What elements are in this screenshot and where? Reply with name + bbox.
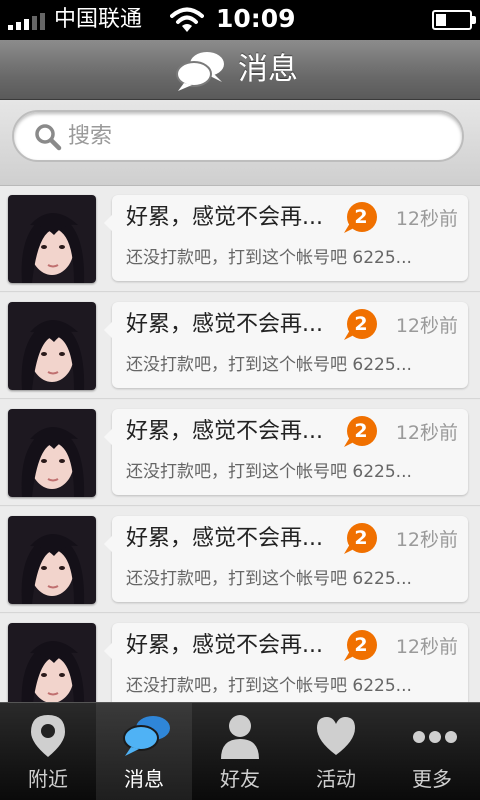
message-preview: 还没打款吧，打到这个帐号吧 6225... <box>126 676 412 696</box>
unread-badge: 2 <box>344 201 378 235</box>
tab-label: 更多 <box>412 767 452 791</box>
unread-count: 2 <box>354 313 368 335</box>
unread-count: 2 <box>354 634 368 656</box>
wifi-icon <box>170 7 204 32</box>
avatar[interactable] <box>8 302 96 390</box>
message-title: 好累，感觉不会再... <box>126 419 323 444</box>
battery-icon <box>432 10 476 30</box>
unread-count: 2 <box>354 420 368 442</box>
search-input[interactable] <box>68 118 448 154</box>
message-preview: 还没打款吧，打到这个帐号吧 6225... <box>126 248 412 268</box>
search-icon <box>35 124 62 151</box>
message-row[interactable]: 好累，感觉不会再... 2 12秒前 还没打款吧，打到这个帐号吧 6225... <box>0 186 480 292</box>
unread-badge: 2 <box>344 308 378 342</box>
tab-more[interactable]: 更多 <box>384 703 480 800</box>
message-card[interactable]: 好累，感觉不会再... 2 12秒前 还没打款吧，打到这个帐号吧 6225... <box>104 623 468 702</box>
avatar[interactable] <box>8 409 96 497</box>
avatar[interactable] <box>8 623 96 702</box>
status-time: 10:09 <box>216 4 296 33</box>
tab-activities[interactable]: 活动 <box>288 703 384 800</box>
message-time: 12秒前 <box>395 636 458 658</box>
message-preview: 还没打款吧，打到这个帐号吧 6225... <box>126 355 412 375</box>
chat-bubbles-icon <box>176 52 224 91</box>
unread-count: 2 <box>354 527 368 549</box>
message-time: 12秒前 <box>395 315 458 337</box>
tab-label: 好友 <box>220 767 260 791</box>
message-time: 12秒前 <box>395 529 458 551</box>
message-list[interactable]: 好累，感觉不会再... 2 12秒前 还没打款吧，打到这个帐号吧 6225...… <box>0 186 480 702</box>
location-pin-icon <box>27 713 69 759</box>
tab-label: 活动 <box>316 767 356 791</box>
tab-label: 消息 <box>124 767 164 791</box>
avatar[interactable] <box>8 516 96 604</box>
message-preview: 还没打款吧，打到这个帐号吧 6225... <box>126 462 412 482</box>
message-card[interactable]: 好累，感觉不会再... 2 12秒前 还没打款吧，打到这个帐号吧 6225... <box>104 516 468 602</box>
message-title: 好累，感觉不会再... <box>126 633 323 658</box>
carrier-name: 中国联通 <box>54 7 143 32</box>
message-card[interactable]: 好累，感觉不会再... 2 12秒前 还没打款吧，打到这个帐号吧 6225... <box>104 302 468 388</box>
message-title: 好累，感觉不会再... <box>126 312 323 337</box>
chat-bubbles-icon <box>123 713 170 759</box>
unread-badge: 2 <box>344 629 378 663</box>
message-preview: 还没打款吧，打到这个帐号吧 6225... <box>126 569 412 589</box>
unread-badge: 2 <box>344 415 378 449</box>
unread-badge: 2 <box>344 522 378 556</box>
message-card[interactable]: 好累，感觉不会再... 2 12秒前 还没打款吧，打到这个帐号吧 6225... <box>104 409 468 495</box>
person-icon <box>219 713 261 759</box>
message-time: 12秒前 <box>395 208 458 230</box>
search-area <box>0 100 480 186</box>
unread-count: 2 <box>354 206 368 228</box>
page-title: 消息 <box>238 52 298 87</box>
tab-nearby[interactable]: 附近 <box>0 703 96 800</box>
message-row[interactable]: 好累，感觉不会再... 2 12秒前 还没打款吧，打到这个帐号吧 6225... <box>0 507 480 613</box>
message-title: 好累，感觉不会再... <box>126 205 323 230</box>
heart-icon <box>315 713 357 759</box>
signal-strength-icon <box>8 12 48 30</box>
status-bar: 中国联通 10:09 <box>0 0 480 40</box>
message-title: 好累，感觉不会再... <box>126 526 323 551</box>
message-row[interactable]: 好累，感觉不会再... 2 12秒前 还没打款吧，打到这个帐号吧 6225... <box>0 293 480 399</box>
tab-messages[interactable]: 消息 <box>96 703 192 800</box>
message-time: 12秒前 <box>395 422 458 444</box>
message-row[interactable]: 好累，感觉不会再... 2 12秒前 还没打款吧，打到这个帐号吧 6225... <box>0 400 480 506</box>
tab-bar: 附近 消息 好友 活动 更多 <box>0 702 480 800</box>
message-row[interactable]: 好累，感觉不会再... 2 12秒前 还没打款吧，打到这个帐号吧 6225... <box>0 614 480 702</box>
avatar[interactable] <box>8 195 96 283</box>
message-card[interactable]: 好累，感觉不会再... 2 12秒前 还没打款吧，打到这个帐号吧 6225... <box>104 195 468 281</box>
more-dots-icon <box>411 713 457 759</box>
search-box[interactable] <box>12 110 464 162</box>
tab-friends[interactable]: 好友 <box>192 703 288 800</box>
title-bar: 消息 <box>0 40 480 100</box>
tab-label: 附近 <box>28 767 68 791</box>
